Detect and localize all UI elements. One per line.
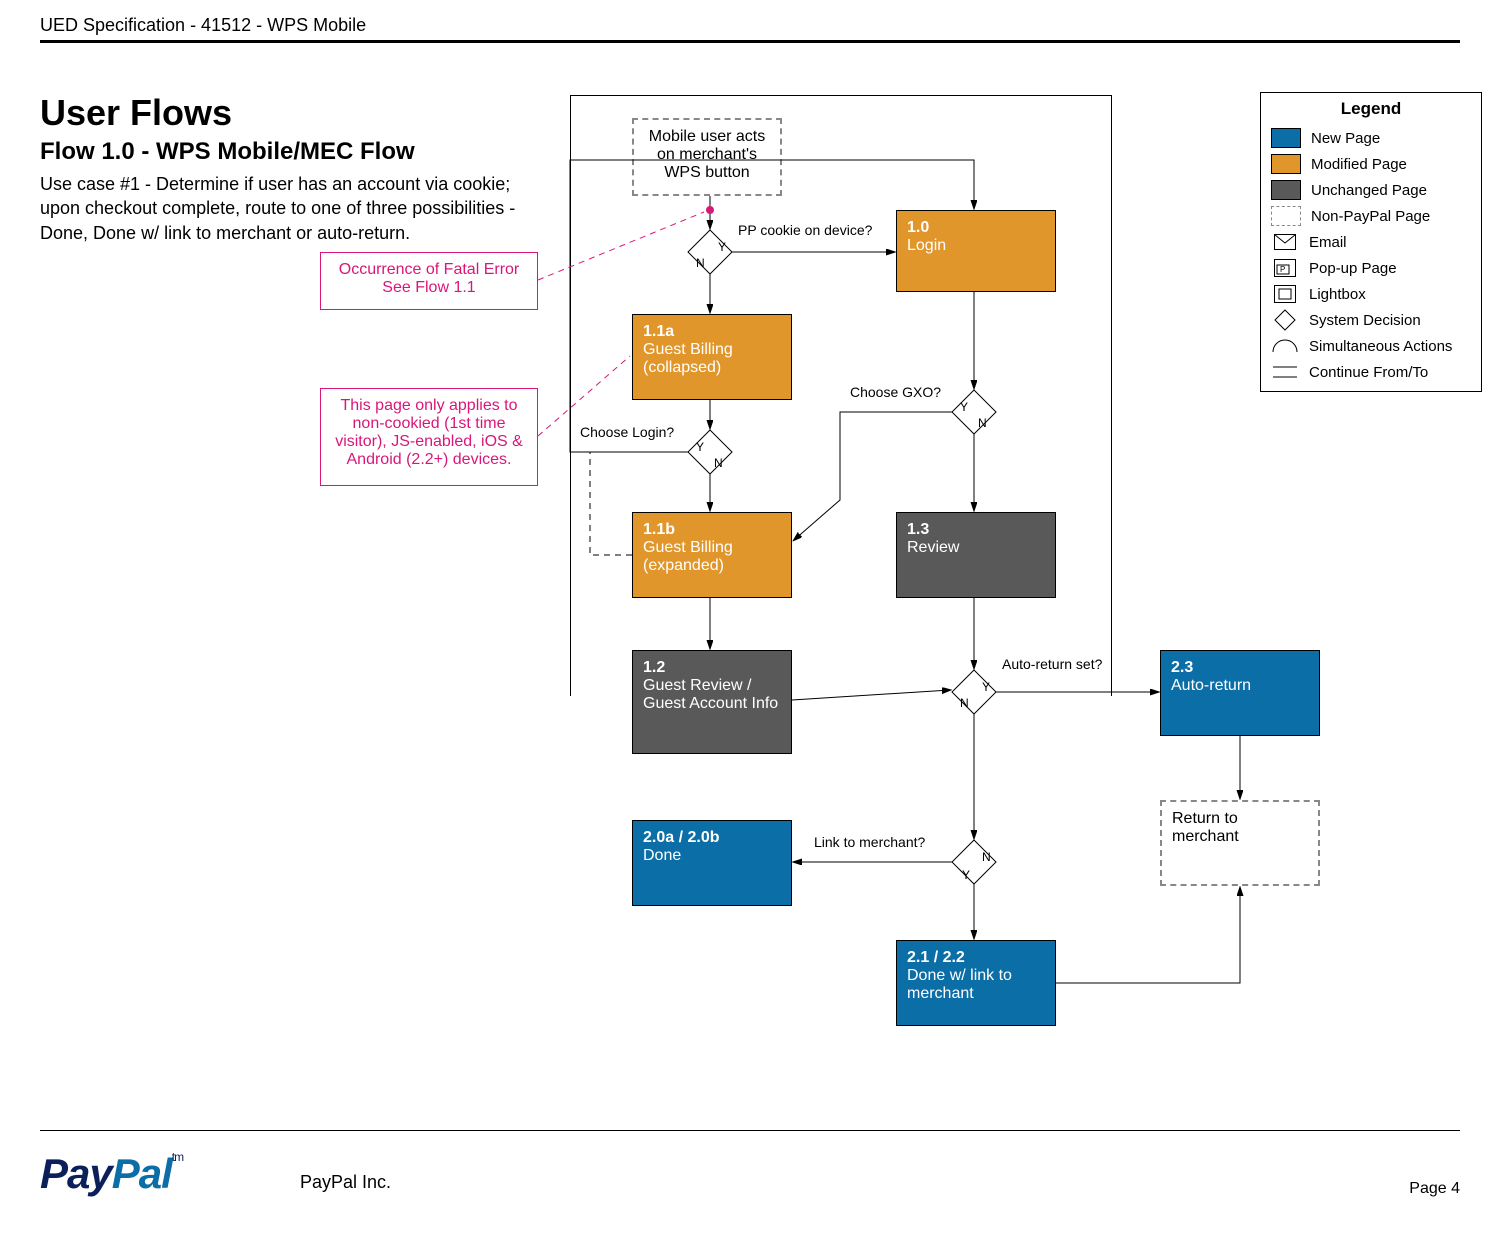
- box-review: 1.3 Review: [896, 512, 1056, 598]
- box-done-num: 2.0a / 2.0b: [643, 829, 781, 847]
- box-guest-billing-expanded: 1.1b Guest Billing (expanded): [632, 512, 792, 598]
- legend-item-nonpaypal-page: Non-PayPal Page: [1271, 203, 1471, 229]
- diamond-icon: [1271, 310, 1299, 330]
- decision-cookie-n: N: [696, 256, 705, 270]
- decision-autoset-y: Y: [982, 680, 990, 694]
- note-fatal-error: Occurrence of Fatal Error See Flow 1.1: [320, 252, 538, 310]
- box-login-label: Login: [907, 237, 946, 254]
- decision-chlogin-n: N: [714, 456, 723, 470]
- box-done-label: Done: [643, 847, 681, 864]
- legend-label-new-page: New Page: [1311, 130, 1380, 147]
- decision-chlogin-label: Choose Login?: [580, 424, 674, 440]
- decision-chlogin-y: Y: [696, 440, 704, 454]
- legend-label-continue: Continue From/To: [1309, 364, 1428, 381]
- rule-top: [40, 40, 1460, 43]
- decision-autoset-label: Auto-return set?: [1002, 656, 1102, 672]
- page-title: User Flows: [40, 92, 520, 134]
- legend-item-new-page: New Page: [1271, 125, 1471, 151]
- box-donelink-label: Done w/ link to merchant: [907, 967, 1012, 1002]
- legend-label-email: Email: [1309, 234, 1347, 251]
- paypal-logo: PayPaltm: [40, 1150, 183, 1198]
- logo-pay: Pay: [40, 1150, 112, 1197]
- continue-icon: [1271, 362, 1299, 382]
- flow-subtitle: Flow 1.0 - WPS Mobile/MEC Flow: [40, 138, 520, 166]
- box-autoret-num: 2.3: [1171, 659, 1309, 677]
- logo-tm: tm: [172, 1150, 183, 1164]
- logo-pal: Pal: [112, 1150, 172, 1197]
- box-return-merchant: Return to merchant: [1160, 800, 1320, 886]
- legend-title: Legend: [1271, 99, 1471, 119]
- box-review-label: Review: [907, 539, 959, 556]
- legend-label-simultaneous: Simultaneous Actions: [1309, 338, 1452, 355]
- box-login: 1.0 Login: [896, 210, 1056, 292]
- box-start: Mobile user acts on merchant's WPS butto…: [632, 118, 782, 196]
- doc-header: UED Specification - 41512 - WPS Mobile: [40, 15, 366, 36]
- decision-choose-gxo: Choose GXO? Y N: [952, 390, 996, 434]
- box-gbexp-label: Guest Billing (expanded): [643, 539, 733, 574]
- legend-item-popup: P Pop-up Page: [1271, 255, 1471, 281]
- box-gbcol-label: Guest Billing (collapsed): [643, 341, 733, 376]
- box-autoret-label: Auto-return: [1171, 677, 1251, 694]
- legend-label-lightbox: Lightbox: [1309, 286, 1366, 303]
- decision-autoset-n: N: [960, 696, 969, 710]
- legend-item-simultaneous: Simultaneous Actions: [1271, 333, 1471, 359]
- decision-cookie-y: Y: [718, 240, 726, 254]
- box-done-link: 2.1 / 2.2 Done w/ link to merchant: [896, 940, 1056, 1026]
- legend: Legend New Page Modified Page Unchanged …: [1260, 92, 1482, 392]
- decision-chgxo-y: Y: [960, 400, 968, 414]
- svg-text:P: P: [1280, 265, 1285, 274]
- title-block: User Flows Flow 1.0 - WPS Mobile/MEC Flo…: [40, 92, 520, 245]
- decision-auto-return: Auto-return set? Y N: [952, 670, 996, 714]
- box-guest-billing-collapsed: 1.1a Guest Billing (collapsed): [632, 314, 792, 400]
- box-greview-num: 1.2: [643, 659, 781, 677]
- box-gbexp-num: 1.1b: [643, 521, 781, 539]
- legend-label-popup: Pop-up Page: [1309, 260, 1397, 277]
- flow-description: Use case #1 - Determine if user has an a…: [40, 172, 520, 245]
- legend-item-unchanged-page: Unchanged Page: [1271, 177, 1471, 203]
- footer-company: PayPal Inc.: [300, 1172, 391, 1193]
- decision-chgxo-n: N: [978, 416, 987, 430]
- legend-label-unchanged-page: Unchanged Page: [1311, 182, 1427, 199]
- decision-linkmerch-n: N: [982, 850, 991, 864]
- decision-link-merchant: Link to merchant? N Y: [952, 840, 996, 884]
- box-guest-review: 1.2 Guest Review / Guest Account Info: [632, 650, 792, 754]
- box-retmerch-label: Return to merchant: [1172, 810, 1239, 845]
- legend-item-continue: Continue From/To: [1271, 359, 1471, 385]
- box-auto-return: 2.3 Auto-return: [1160, 650, 1320, 736]
- popup-icon: P: [1271, 258, 1299, 278]
- footer-page-number: Page 4: [1409, 1180, 1460, 1198]
- email-icon: [1271, 232, 1299, 252]
- box-done: 2.0a / 2.0b Done: [632, 820, 792, 906]
- legend-item-lightbox: Lightbox: [1271, 281, 1471, 307]
- decision-linkmerch-y: Y: [962, 868, 970, 882]
- legend-item-modified-page: Modified Page: [1271, 151, 1471, 177]
- decision-cookie: PP cookie on device? N Y: [688, 230, 732, 274]
- decision-chgxo-label: Choose GXO?: [850, 384, 941, 400]
- box-gbcol-num: 1.1a: [643, 323, 781, 341]
- decision-linkmerch-label: Link to merchant?: [814, 834, 925, 850]
- legend-item-system-decision: System Decision: [1271, 307, 1471, 333]
- legend-label-nonpaypal-page: Non-PayPal Page: [1311, 208, 1430, 225]
- box-start-label: Mobile user acts on merchant's WPS butto…: [649, 128, 766, 181]
- note-applies: This page only applies to non-cookied (1…: [320, 388, 538, 486]
- legend-item-email: Email: [1271, 229, 1471, 255]
- box-donelink-num: 2.1 / 2.2: [907, 949, 1045, 967]
- semicircle-icon: [1271, 336, 1299, 356]
- legend-label-modified-page: Modified Page: [1311, 156, 1407, 173]
- lightbox-icon: [1271, 284, 1299, 304]
- box-review-num: 1.3: [907, 521, 1045, 539]
- rule-bottom: [40, 1130, 1460, 1131]
- decision-cookie-label: PP cookie on device?: [738, 222, 872, 238]
- decision-choose-login: Choose Login? Y N: [688, 430, 732, 474]
- legend-label-system-decision: System Decision: [1309, 312, 1421, 329]
- box-login-num: 1.0: [907, 219, 1045, 237]
- box-greview-label: Guest Review / Guest Account Info: [643, 677, 778, 712]
